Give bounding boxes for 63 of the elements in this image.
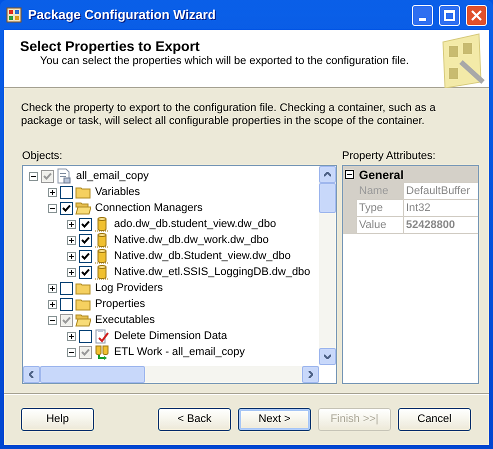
minimize-button[interactable] bbox=[412, 4, 433, 26]
horizontal-scrollbar[interactable] bbox=[23, 366, 319, 383]
database-icon bbox=[94, 248, 110, 264]
tree-item[interactable]: Variables bbox=[95, 184, 140, 200]
property-value: Int32 bbox=[404, 200, 478, 217]
database-icon bbox=[94, 264, 110, 280]
tree-item[interactable]: ETL Work - all_email_copy bbox=[114, 344, 245, 360]
checkbox[interactable] bbox=[60, 186, 73, 198]
wizard-button[interactable]: Cancel bbox=[398, 408, 471, 431]
collapse-icon[interactable] bbox=[29, 172, 38, 180]
maximize-button[interactable] bbox=[439, 4, 460, 26]
expand-icon[interactable] bbox=[48, 188, 57, 196]
task-icon bbox=[94, 328, 110, 344]
tree-item[interactable]: Native.dw_db.dw_work.dw_dbo bbox=[114, 232, 269, 248]
objects-tree[interactable] bbox=[22, 165, 337, 384]
expand-icon[interactable] bbox=[67, 252, 76, 260]
container-icon bbox=[94, 344, 110, 360]
scroll-thumb[interactable] bbox=[40, 366, 145, 383]
vertical-scrollbar[interactable] bbox=[319, 166, 336, 365]
close-icon bbox=[471, 10, 482, 20]
expand-icon[interactable] bbox=[67, 268, 76, 276]
expand-icon[interactable] bbox=[67, 236, 76, 244]
expand-icon[interactable] bbox=[48, 300, 57, 308]
checkbox[interactable] bbox=[79, 330, 92, 342]
expand-icon[interactable] bbox=[67, 220, 76, 228]
package-icon bbox=[56, 168, 72, 184]
wizard-button[interactable]: Help bbox=[21, 408, 94, 431]
tree-item[interactable]: Connection Managers bbox=[95, 200, 203, 216]
tree-item[interactable]: all_email_copy bbox=[76, 168, 149, 184]
wizard-button[interactable]: < Back bbox=[158, 408, 231, 431]
page-subtitle: You can select the properties which will be exported to the configuration file. bbox=[39, 55, 409, 68]
property-attributes-label: Property Attributes: bbox=[342, 150, 437, 164]
collapse-icon[interactable] bbox=[345, 170, 354, 179]
objects-label: Objects: bbox=[22, 150, 64, 164]
app-icon bbox=[6, 7, 22, 23]
tree-item[interactable]: Executables bbox=[95, 312, 155, 328]
property-value: DefaultBuffer bbox=[404, 183, 478, 200]
property-grid[interactable]: General Name DefaultBuffer Type Int32 Value 52428800 bbox=[342, 165, 479, 384]
wizard-button[interactable]: Next > bbox=[238, 408, 311, 431]
database-icon bbox=[94, 216, 110, 232]
collapse-icon[interactable] bbox=[48, 316, 57, 324]
close-button[interactable] bbox=[466, 4, 487, 26]
collapse-icon[interactable] bbox=[48, 204, 57, 212]
scroll-thumb[interactable] bbox=[319, 183, 336, 213]
expand-icon[interactable] bbox=[48, 284, 57, 292]
page-title: Select Properties to Export bbox=[20, 38, 201, 55]
open-folder-icon bbox=[75, 200, 91, 216]
instructions-text: Check the property to export to the configuration file. Checking a container, such as a package or task, will select all configurable properties in the scope of the container. bbox=[20, 101, 437, 129]
category-label: General bbox=[359, 166, 404, 184]
tree-item[interactable]: Delete Dimension Data bbox=[114, 328, 228, 344]
open-folder-icon bbox=[75, 312, 91, 328]
window-title: Package Configuration Wizard bbox=[28, 6, 217, 24]
property-value: 52428800 bbox=[404, 217, 478, 234]
tree-item[interactable]: Native.dw_etl.SSIS_LoggingDB.dw_dbo bbox=[114, 264, 310, 280]
collapse-icon[interactable] bbox=[67, 348, 76, 356]
tree-item[interactable]: Native.dw_db.Student_view.dw_dbo bbox=[114, 248, 291, 264]
database-icon bbox=[94, 232, 110, 248]
tree-item[interactable]: Log Providers bbox=[95, 280, 163, 296]
checkbox[interactable] bbox=[60, 298, 73, 310]
checkbox[interactable] bbox=[60, 282, 73, 294]
tree-item[interactable]: ado.dw_db.student_view.dw_dbo bbox=[114, 216, 276, 232]
expand-icon[interactable] bbox=[67, 332, 76, 340]
tree-item[interactable]: Properties bbox=[95, 296, 146, 312]
